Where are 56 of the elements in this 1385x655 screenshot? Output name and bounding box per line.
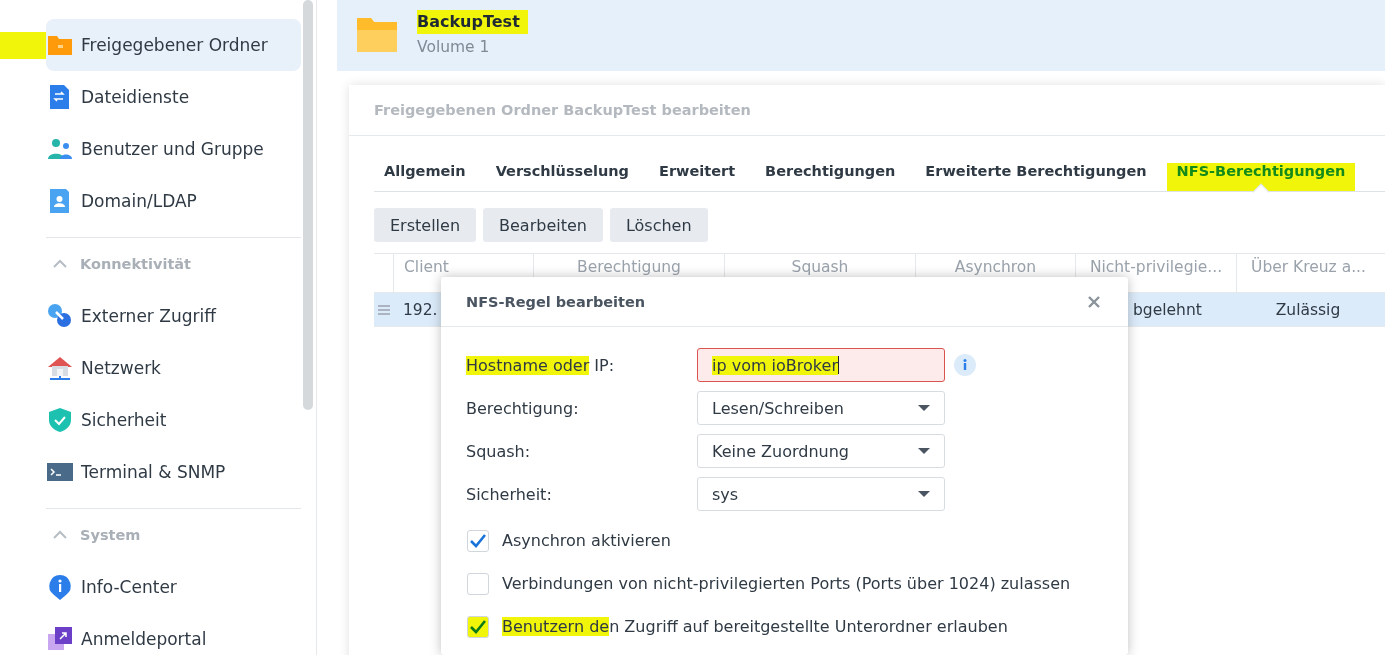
link-icon [47,303,73,329]
table-cell: bgelehnt [1133,300,1202,319]
folder-header[interactable]: BackupTest Volume 1 [337,0,1385,71]
checkbox-label: Asynchron aktivieren [502,531,671,550]
caret-icon [918,491,930,497]
close-icon[interactable] [1087,294,1101,309]
caret-icon [918,448,930,454]
sidebar-item[interactable]: Domain/LDAP [46,175,301,227]
volume-label: Volume 1 [417,38,491,56]
collapse-icon[interactable] [52,529,68,541]
checkbox[interactable] [467,572,489,595]
table-cell: Zulässig [1275,300,1341,319]
tab[interactable]: Erweitert [649,163,746,191]
house-icon [47,355,73,381]
checkbox[interactable] [467,529,489,552]
field-label: Berechtigung: [466,398,580,418]
text-field[interactable]: ip vom ioBroker [697,348,945,382]
folder-icon [357,16,397,52]
sidebar-item[interactable]: Netzwerk [46,342,301,394]
tab[interactable]: Berechtigungen [755,163,906,191]
sidebar-item[interactable]: Dateidienste [46,71,301,123]
caret-icon [918,405,930,411]
tab[interactable]: Erweiterte Berechtigungen [915,163,1157,191]
tab[interactable]: Allgemein [374,163,476,191]
shield-icon [47,407,73,433]
dropdown[interactable]: Keine Zuordnung [697,434,945,468]
field-label: Sicherheit: [466,484,553,504]
dropdown[interactable]: sys [697,477,945,511]
drag-handle-icon[interactable] [377,304,390,315]
section-title: System [80,527,141,543]
tab[interactable]: Verschlüsselung [485,163,639,191]
info-icon [47,574,73,600]
sidebar-item[interactable]: Externer Zugriff [46,290,301,342]
checkbox-label: Benutzern den Zugriff auf bereitgestellte Unterordner erlauben [502,617,1008,636]
info-icon[interactable] [954,354,976,376]
table-cell: 192. [403,300,438,319]
sidebar-item[interactable]: Anmeldeportal [46,613,301,655]
sidebar-item[interactable]: Sicherheit [46,394,301,446]
sidebar-item[interactable]: Terminal & SNMP [46,446,301,498]
collapse-icon[interactable] [52,258,68,270]
users-icon [47,136,73,162]
sidebar-item[interactable]: Info-Center [46,561,301,613]
panel-title: Freigegebenen Ordner BackupTest bearbeiten [349,85,1385,136]
dialog-title: NFS-Regel bearbeiten [466,293,646,310]
toolbar-button[interactable]: Löschen [609,208,708,242]
sidebar-item[interactable]: Freigegebener Ordner [46,19,301,71]
dropdown[interactable]: Lesen/Schreiben [697,391,945,425]
sidebar-item[interactable]: Benutzer und Gruppe [46,123,301,175]
field-label: Squash: [466,441,532,461]
toolbar-button[interactable]: Bearbeiten [483,208,603,242]
checkbox-label: Verbindungen von nicht-privilegierten Ports (Ports über 1024) zulassen [502,574,1071,593]
section-title: Konnektivität [80,256,192,272]
portal-icon [47,626,73,652]
folder-name: BackupTest [417,10,528,34]
toolbar-button[interactable]: Erstellen [374,208,476,242]
checkbox[interactable] [467,615,489,638]
